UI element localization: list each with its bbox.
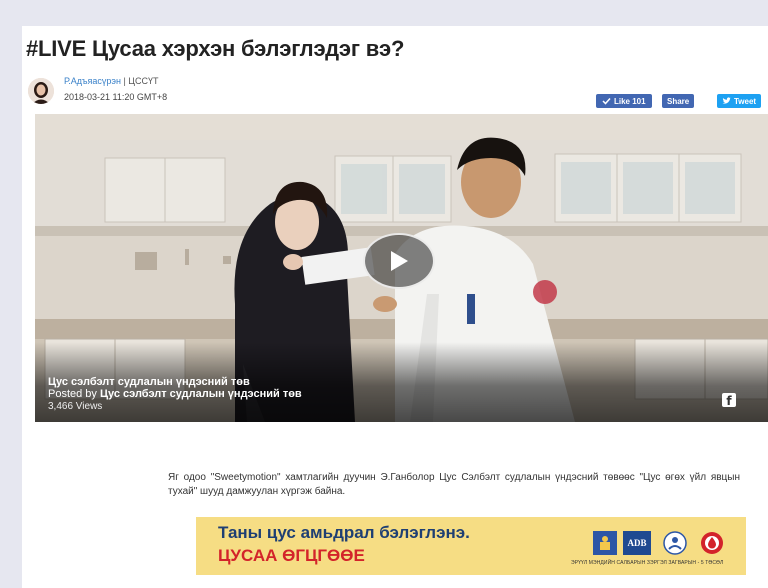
share-label: Share — [667, 96, 690, 106]
author-link[interactable]: Р.Адъяасүрэн — [64, 76, 121, 86]
banner-headline: Таны цус амьдрал бэлэглэнэ. — [218, 523, 470, 542]
byline: Р.Адъяасүрэн | ЦССҮТ — [64, 76, 158, 86]
article-page: #LIVE Цусаа хэрхэн бэлэглэдэг вэ? Р.Адъя… — [22, 26, 768, 588]
posted-by-page[interactable]: Цус сэлбэлт судлалын үндэсний төв — [100, 388, 302, 400]
video-views: 3,466 Views — [48, 401, 103, 412]
outlet-name: ЦССҮТ — [128, 76, 159, 86]
banner-slogan: ЦУСАА ӨГЦГӨӨЕ — [218, 546, 365, 565]
tweet-button[interactable]: Tweet — [717, 94, 762, 108]
health-ministry-icon — [662, 531, 688, 555]
like-label: Like 101 — [614, 96, 646, 106]
publish-date: 2018-03-21 11:20 GMT+8 — [64, 92, 168, 102]
article-paragraph: Яг одоо "Sweetymotion" хамтлагийн дуучин… — [168, 472, 740, 497]
banner-project-text: ЭРҮҮЛ МЭНДИЙН САЛБАРЫН ЗЭРГЭЛ ЗАГВАРЫН -… — [571, 560, 724, 566]
play-icon — [391, 251, 408, 271]
article-title: #LIVE Цусаа хэрхэн бэлэглэдэг вэ? — [26, 36, 405, 61]
video-posted-by: Posted by Цус сэлбэлт судлалын үндэсний … — [48, 388, 302, 400]
video-title[interactable]: Цус сэлбэлт судлалын үндэсний төв — [48, 376, 250, 388]
thumbs-up-check-icon — [602, 97, 611, 105]
video-player[interactable]: Цус сэлбэлт судлалын үндэсний төв Posted… — [35, 114, 768, 422]
facebook-like-button[interactable]: Like 101 — [596, 94, 652, 108]
author-avatar[interactable] — [28, 78, 54, 104]
posted-prefix: Posted by — [48, 388, 100, 400]
facebook-icon[interactable]: f — [722, 393, 736, 408]
twitter-bird-icon — [722, 97, 731, 104]
tweet-label: Tweet — [734, 96, 757, 106]
adb-logo: ADB — [623, 531, 651, 555]
blood-drop-icon — [699, 531, 725, 555]
play-button[interactable] — [363, 233, 435, 289]
ad-banner[interactable]: Таны цус амьдрал бэлэглэнэ. ЦУСАА ӨГЦГӨӨ… — [196, 517, 746, 575]
facebook-share-button[interactable]: Share — [662, 94, 695, 108]
mongolia-emblem-icon — [593, 531, 617, 555]
